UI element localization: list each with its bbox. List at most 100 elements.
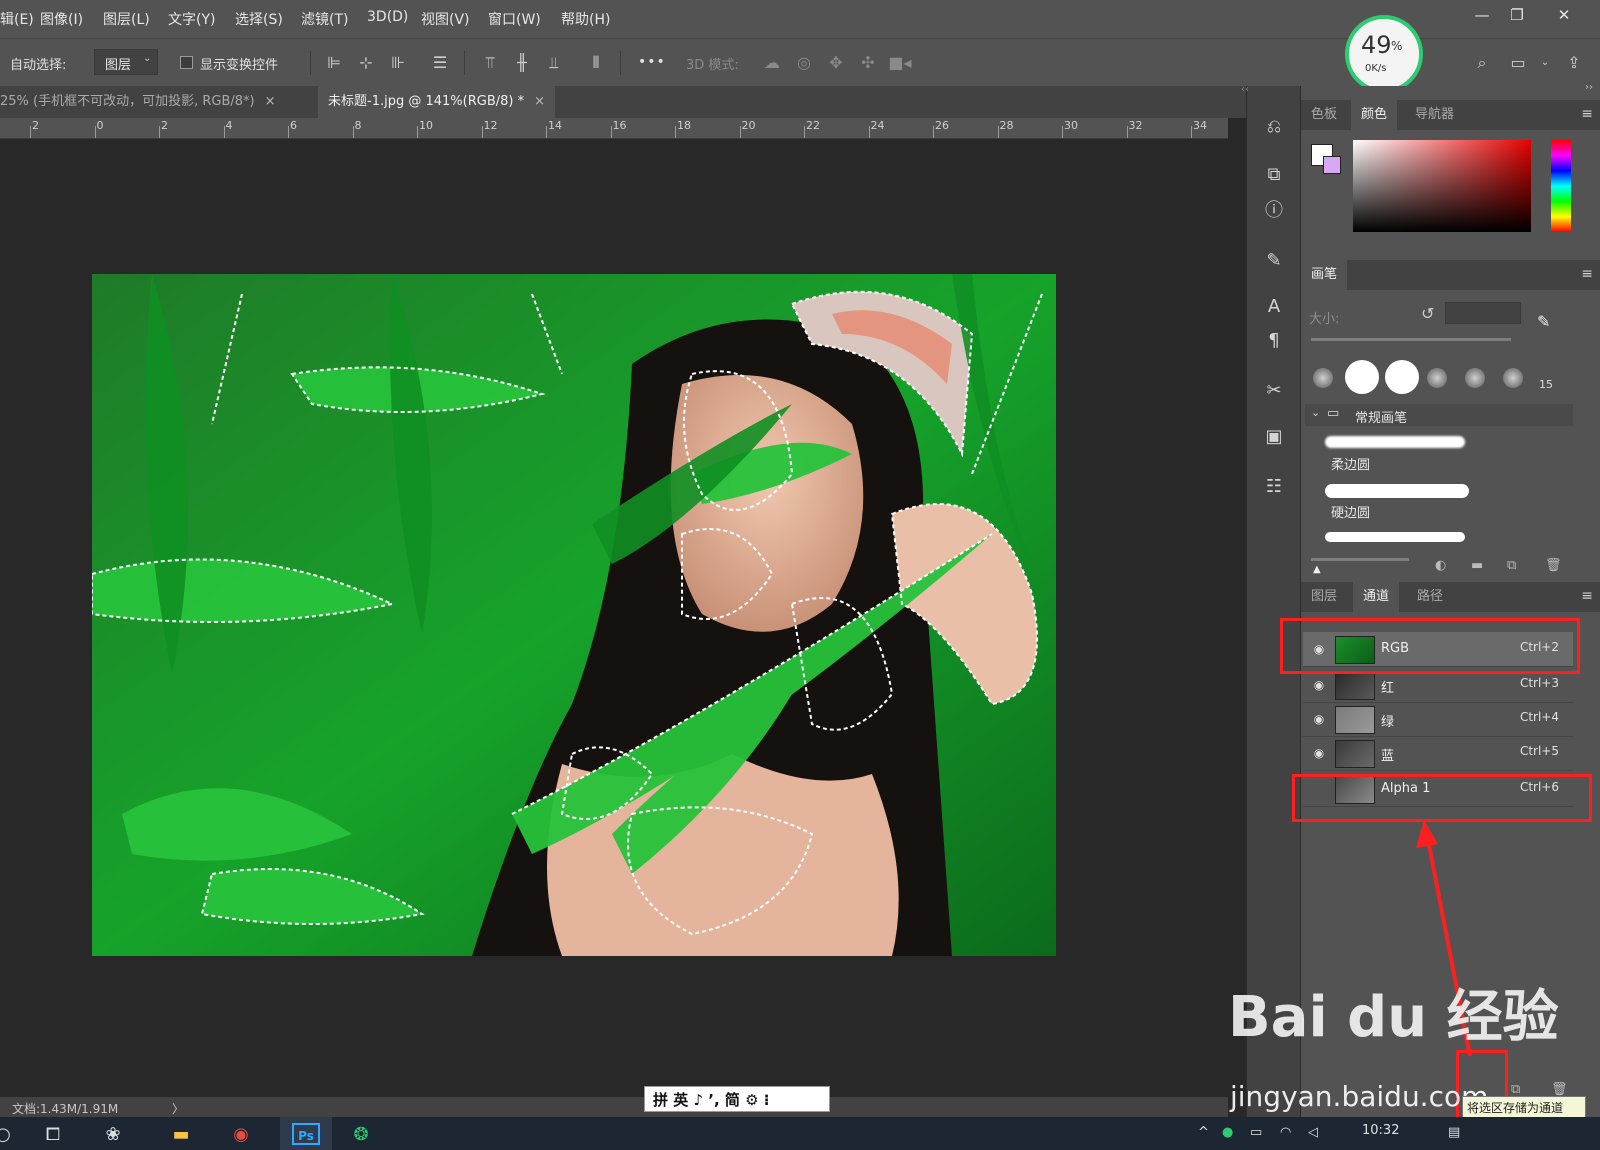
- horizontal-ruler[interactable]: 2 0 2 4 6 8 10 12 14 16 18 20 22 24 26 28 30 32 34: [0, 118, 1228, 139]
- new-brush-icon[interactable]: ✎: [1537, 312, 1557, 332]
- menu-layer[interactable]: 图层(L): [103, 9, 150, 29]
- menu-filter[interactable]: 滤镜(T): [301, 9, 348, 29]
- brush-group-header[interactable]: ⌄ ▭ 常规画笔: [1305, 404, 1573, 426]
- pan-3d-icon[interactable]: ✥: [824, 51, 848, 75]
- channel-row-green[interactable]: ◉ 绿 Ctrl+4: [1303, 702, 1573, 737]
- background-color-swatch[interactable]: [1323, 156, 1341, 174]
- wifi-icon[interactable]: ◠: [1280, 1125, 1291, 1140]
- orbit-3d-icon[interactable]: ☁: [760, 51, 784, 75]
- task-view-icon[interactable]: ⧠: [36, 1121, 70, 1149]
- status-arrow-icon[interactable]: 〉: [172, 1100, 184, 1117]
- delete-icon[interactable]: 🗑: [1545, 558, 1562, 573]
- new-preset-icon[interactable]: ⧉: [1507, 558, 1516, 573]
- align-top-icon[interactable]: ⫪: [478, 51, 502, 75]
- menu-help[interactable]: 帮助(H): [561, 9, 610, 29]
- menu-window[interactable]: 窗口(W): [488, 9, 541, 29]
- close-icon[interactable]: ×: [534, 94, 545, 109]
- panel-menu-icon[interactable]: ≡: [1581, 588, 1593, 604]
- distribute-vertical-icon[interactable]: ⦀: [584, 51, 608, 75]
- chevron-down-icon[interactable]: ⌄: [1533, 51, 1557, 75]
- brush-preset[interactable]: [1503, 368, 1523, 388]
- tool-presets-icon[interactable]: ✂: [1259, 376, 1289, 406]
- brush-size-slider[interactable]: [1311, 338, 1511, 341]
- battery-icon[interactable]: ▭: [1250, 1125, 1262, 1140]
- tab-document-1[interactable]: 25% (手机框不可改动，可加投影, RGB/8*) ×: [0, 86, 286, 118]
- brush-preset[interactable]: [1345, 360, 1379, 394]
- chrome-icon[interactable]: ◉: [224, 1121, 258, 1149]
- menu-select[interactable]: 选择(S): [235, 9, 283, 29]
- new-group-icon[interactable]: ▬: [1471, 558, 1483, 573]
- close-icon[interactable]: ×: [265, 94, 276, 109]
- brush-stroke[interactable]: [1325, 532, 1465, 542]
- minimize-button[interactable]: —: [1467, 4, 1497, 26]
- soft-brush-stroke[interactable]: [1325, 436, 1465, 448]
- tab-color[interactable]: 颜色: [1351, 100, 1398, 130]
- tab-layers[interactable]: 图层: [1301, 582, 1347, 612]
- tab-document-2[interactable]: 未标题-1.jpg @ 141%(RGB/8) * ×: [318, 86, 555, 118]
- reset-icon[interactable]: ↺: [1421, 304, 1434, 323]
- eye-icon[interactable]: ◉: [1311, 745, 1327, 761]
- color-field[interactable]: [1353, 140, 1531, 232]
- more-options-button[interactable]: •••: [638, 54, 666, 70]
- hue-slider[interactable]: [1551, 140, 1571, 232]
- brush-preset[interactable]: [1313, 368, 1333, 388]
- collapse-right-icon[interactable]: ››: [1585, 82, 1593, 93]
- align-bottom-icon[interactable]: ⫫: [542, 51, 566, 75]
- align-middle-icon[interactable]: ╫: [510, 51, 534, 75]
- eye-icon[interactable]: ◉: [1311, 677, 1327, 693]
- camera-3d-icon[interactable]: ■◂: [888, 51, 912, 75]
- document-info[interactable]: 文档:1.43M/1.91M: [12, 1100, 118, 1117]
- close-button[interactable]: ✕: [1549, 4, 1579, 26]
- menu-view[interactable]: 视图(V): [421, 9, 470, 29]
- info-icon[interactable]: ⓘ: [1259, 196, 1289, 226]
- brush-preset[interactable]: [1465, 368, 1485, 388]
- properties-icon[interactable]: ⧉: [1259, 160, 1289, 190]
- wechat-icon[interactable]: ❂: [344, 1121, 378, 1149]
- workspace-icon[interactable]: ▭: [1506, 51, 1530, 75]
- restore-button[interactable]: ❐: [1502, 4, 1532, 26]
- brush-preset[interactable]: [1385, 360, 1419, 394]
- roll-3d-icon[interactable]: ◎: [792, 51, 816, 75]
- delete-channel-icon[interactable]: 🗑: [1551, 1082, 1568, 1097]
- brush-preset[interactable]: [1427, 368, 1447, 388]
- clock-time[interactable]: 10:32: [1362, 1123, 1399, 1138]
- file-explorer-icon[interactable]: ▬: [164, 1121, 198, 1149]
- panel-menu-icon[interactable]: ≡: [1581, 266, 1593, 282]
- document-image[interactable]: [92, 274, 1056, 956]
- hard-brush-stroke[interactable]: [1325, 484, 1469, 498]
- search-icon[interactable]: ○: [0, 1121, 20, 1149]
- eye-icon[interactable]: ◉: [1311, 711, 1327, 727]
- auto-select-dropdown[interactable]: 图层 ⌄: [94, 49, 158, 75]
- clone-source-icon[interactable]: ▣: [1259, 422, 1289, 452]
- brush-size-input[interactable]: [1445, 302, 1521, 324]
- tab-brushes[interactable]: 画笔: [1301, 260, 1348, 290]
- search-icon[interactable]: ⌕: [1470, 51, 1494, 75]
- align-center-icon[interactable]: ⊹: [354, 51, 378, 75]
- notification-icon[interactable]: ▤: [1448, 1125, 1460, 1140]
- align-left-icon[interactable]: ⊫: [322, 51, 346, 75]
- menu-edit[interactable]: 辑(E): [0, 9, 34, 29]
- share-icon[interactable]: ⇪: [1562, 51, 1586, 75]
- tray-expand-icon[interactable]: ^: [1198, 1125, 1209, 1140]
- tab-paths[interactable]: 路径: [1407, 582, 1453, 612]
- menu-3d[interactable]: 3D(D): [367, 9, 408, 25]
- show-transform-checkbox[interactable]: [180, 56, 193, 69]
- menu-type[interactable]: 文字(Y): [168, 9, 215, 29]
- brush-preview-slider[interactable]: [1311, 558, 1409, 561]
- slider-handle-icon[interactable]: ▲: [1313, 564, 1321, 575]
- tab-channels[interactable]: 通道: [1353, 582, 1400, 612]
- history-icon[interactable]: ⎌: [1259, 112, 1289, 142]
- brush-settings-icon[interactable]: ✎: [1259, 246, 1289, 276]
- channel-row-blue[interactable]: ◉ 蓝 Ctrl+5: [1303, 736, 1573, 771]
- volume-icon[interactable]: ◁: [1308, 1125, 1318, 1140]
- ime-toolbar[interactable]: 拼 英 ♪ ’, 简 ⚙ ⁝: [644, 1086, 830, 1112]
- app-icon[interactable]: ❀: [96, 1121, 130, 1149]
- align-right-icon[interactable]: ⊪: [386, 51, 410, 75]
- tab-navigator[interactable]: 导航器: [1405, 100, 1464, 130]
- performance-widget[interactable]: 49 % 0K/s: [1345, 15, 1423, 93]
- photoshop-taskbar-button[interactable]: Ps: [280, 1117, 332, 1150]
- character-icon[interactable]: A: [1259, 292, 1289, 322]
- slide-3d-icon[interactable]: ✣: [856, 51, 880, 75]
- adjustments-icon[interactable]: ☷: [1259, 472, 1289, 502]
- menu-image[interactable]: 图像(I): [40, 9, 83, 29]
